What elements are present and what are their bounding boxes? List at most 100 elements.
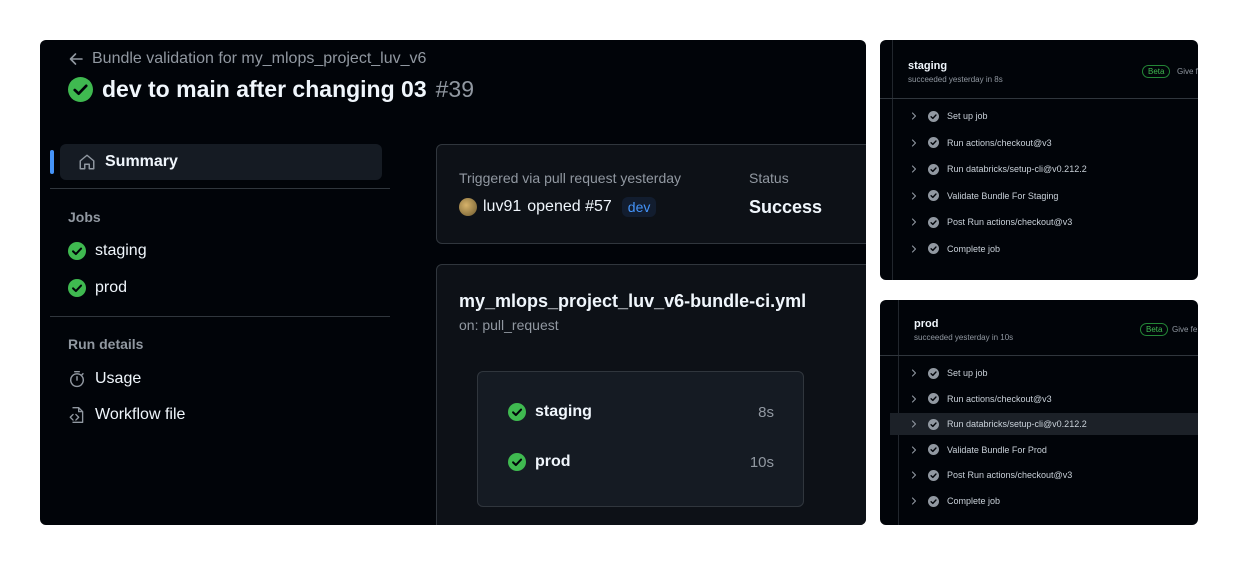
success-check-icon bbox=[928, 163, 939, 175]
success-check-icon bbox=[508, 453, 526, 471]
job-duration: 8s bbox=[758, 403, 774, 421]
give-feedback-link[interactable]: Give fe bbox=[1177, 67, 1198, 76]
step-label: Post Run actions/checkout@v3 bbox=[947, 217, 1073, 227]
step-row[interactable]: Run actions/checkout@v3 bbox=[890, 388, 1198, 410]
job-title: prod bbox=[914, 318, 939, 330]
success-check-icon bbox=[928, 393, 939, 405]
step-label: Run databricks/setup-cli@v0.212.2 bbox=[947, 164, 1087, 174]
active-indicator bbox=[50, 150, 54, 174]
success-check-icon bbox=[928, 137, 939, 148]
step-label: Post Run actions/checkout@v3 bbox=[947, 470, 1073, 481]
workflow-file-name: my_mlops_project_luv_v6-bundle-ci.yml bbox=[459, 291, 807, 311]
chevron-right-icon[interactable] bbox=[910, 395, 918, 403]
trigger-details: luv91 opened #57 dev bbox=[459, 197, 657, 217]
beta-badge: Beta bbox=[1142, 65, 1171, 78]
job-subtitle: succeeded yesterday in 10s bbox=[914, 333, 1014, 342]
step-row[interactable]: Run actions/checkout@v3 bbox=[890, 132, 1198, 154]
step-label: Run actions/checkout@v3 bbox=[947, 137, 1052, 148]
divider bbox=[50, 188, 390, 189]
success-check-icon bbox=[68, 242, 86, 260]
divider bbox=[50, 316, 390, 317]
sidebar-item-staging[interactable]: staging bbox=[68, 242, 147, 260]
job-name: prod bbox=[535, 453, 571, 470]
arrow-left-icon bbox=[69, 53, 83, 65]
chevron-right-icon[interactable] bbox=[910, 446, 918, 454]
step-row[interactable]: Complete job bbox=[890, 490, 1198, 512]
success-check-icon bbox=[928, 418, 939, 430]
success-check-icon bbox=[928, 469, 939, 481]
run-title-text: dev to main after changing 03 bbox=[102, 76, 427, 102]
step-label: Set up job bbox=[947, 368, 988, 378]
success-check-icon bbox=[68, 77, 93, 102]
status-label: Status bbox=[749, 170, 789, 186]
sidebar-item-summary[interactable]: Summary bbox=[60, 144, 382, 180]
job-name: staging bbox=[535, 403, 592, 420]
success-check-icon bbox=[928, 216, 939, 228]
stopwatch-icon bbox=[69, 370, 85, 388]
page-title: dev to main after changing 03 #39 bbox=[68, 76, 474, 103]
step-row[interactable]: Post Run actions/checkout@v3 bbox=[890, 464, 1198, 486]
sidebar-item-label: prod bbox=[95, 279, 128, 296]
chevron-right-icon[interactable] bbox=[910, 191, 918, 200]
pull-request-link[interactable]: opened #57 bbox=[527, 198, 612, 216]
sidebar-item-label: Summary bbox=[105, 153, 178, 170]
breadcrumb[interactable]: Bundle validation for my_mlops_project_l… bbox=[68, 50, 426, 68]
sidebar-item-label: Usage bbox=[95, 370, 142, 387]
sidebar-item-usage[interactable]: Usage bbox=[68, 370, 141, 388]
beta-badge: Beta bbox=[1140, 323, 1169, 336]
chevron-right-icon[interactable] bbox=[910, 497, 918, 505]
step-row[interactable]: Set up job bbox=[890, 105, 1198, 127]
success-check-icon bbox=[928, 444, 939, 456]
chevron-right-icon[interactable] bbox=[910, 218, 918, 226]
staging-job-panel: staging succeeded yesterday in 8s Beta G… bbox=[880, 40, 1198, 280]
chevron-right-icon[interactable] bbox=[910, 369, 918, 377]
run-details-heading: Run details bbox=[68, 336, 144, 352]
step-row[interactable]: Validate Bundle For Prod bbox=[890, 439, 1198, 461]
sidebar-item-workflow-file[interactable]: Workflow file bbox=[68, 406, 185, 424]
step-row[interactable]: Run databricks/setup-cli@v0.212.2 bbox=[890, 413, 1198, 436]
step-label: Validate Bundle For Staging bbox=[947, 190, 1059, 201]
step-row[interactable]: Run databricks/setup-cli@v0.212.2 bbox=[890, 158, 1198, 180]
breadcrumb-workflow-link[interactable]: Bundle validation for my_mlops_project_l… bbox=[92, 50, 426, 68]
job-subtitle: succeeded yesterday in 8s bbox=[908, 75, 1003, 84]
run-summary-panel: Bundle validation for my_mlops_project_l… bbox=[40, 40, 866, 525]
workflow-job-staging[interactable]: staging 8s bbox=[508, 403, 774, 421]
step-label: Validate Bundle For Prod bbox=[947, 444, 1047, 455]
chevron-right-icon[interactable] bbox=[910, 471, 918, 479]
actor-link[interactable]: luv91 bbox=[483, 198, 521, 216]
job-header: staging succeeded yesterday in 8s Beta G… bbox=[880, 40, 1198, 99]
chevron-right-icon[interactable] bbox=[910, 244, 918, 253]
chevron-right-icon[interactable] bbox=[910, 420, 918, 428]
success-check-icon bbox=[928, 243, 939, 254]
workflow-job-prod[interactable]: prod 10s bbox=[508, 453, 774, 471]
trigger-card: Triggered via pull request yesterday luv… bbox=[436, 144, 866, 244]
step-row[interactable]: Validate Bundle For Staging bbox=[890, 185, 1198, 207]
run-number: #39 bbox=[435, 76, 475, 102]
branch-badge[interactable]: dev bbox=[621, 197, 657, 217]
workflow-graph-card: my_mlops_project_luv_v6-bundle-ci.yml on… bbox=[436, 264, 866, 525]
step-label: Run databricks/setup-cli@v0.212.2 bbox=[947, 419, 1087, 430]
job-duration: 10s bbox=[749, 453, 774, 471]
chevron-right-icon[interactable] bbox=[910, 138, 918, 147]
step-row[interactable]: Complete job bbox=[890, 238, 1198, 260]
success-check-icon bbox=[928, 190, 939, 201]
chevron-right-icon[interactable] bbox=[910, 165, 918, 173]
sidebar-item-prod[interactable]: prod bbox=[68, 279, 127, 297]
step-row[interactable]: Post Run actions/checkout@v3 bbox=[890, 211, 1198, 233]
trigger-label: Triggered via pull request yesterday bbox=[459, 170, 682, 186]
workflow-trigger: on: pull_request bbox=[459, 317, 559, 333]
workflow-job-group: staging 8s prod 10s bbox=[477, 371, 804, 507]
step-row[interactable]: Set up job bbox=[890, 362, 1198, 384]
status-value: Success bbox=[749, 197, 823, 217]
sidebar-item-label: Workflow file bbox=[95, 406, 186, 423]
give-feedback-link[interactable]: Give fe bbox=[1172, 325, 1197, 334]
sidebar-item-label: staging bbox=[95, 242, 147, 259]
success-check-icon bbox=[928, 367, 939, 379]
success-check-icon bbox=[928, 495, 939, 507]
prod-job-panel: prod succeeded yesterday in 10s Beta Giv… bbox=[880, 300, 1198, 525]
step-label: Complete job bbox=[947, 496, 1001, 506]
avatar[interactable] bbox=[459, 198, 477, 216]
success-check-icon bbox=[508, 403, 526, 421]
job-title: staging bbox=[908, 60, 948, 72]
chevron-right-icon[interactable] bbox=[910, 112, 918, 120]
